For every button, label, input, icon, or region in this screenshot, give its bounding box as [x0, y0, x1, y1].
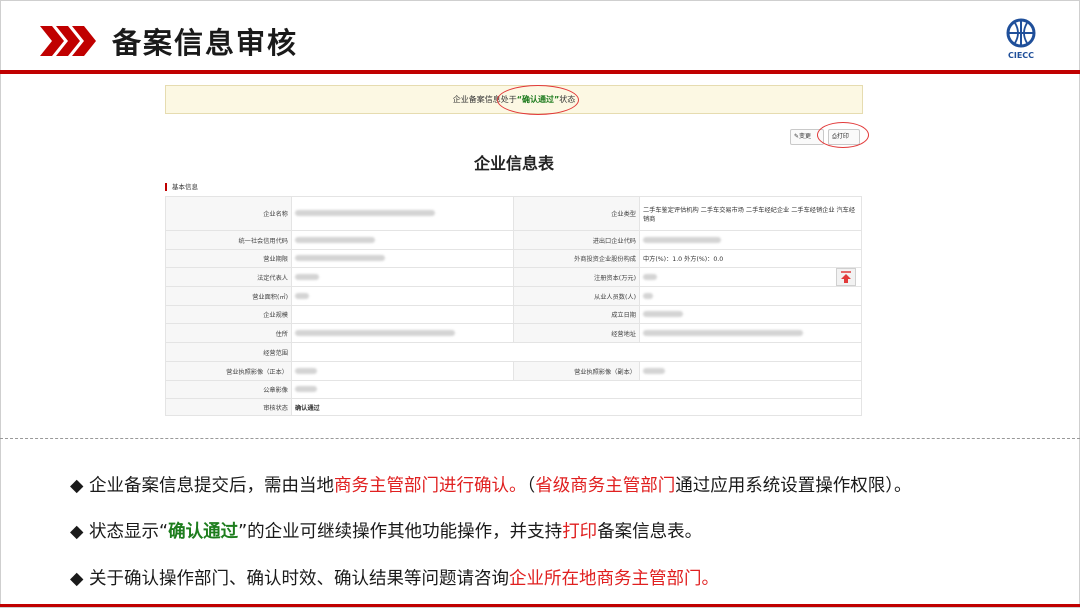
diamond-bullet-icon: ◆ — [70, 476, 90, 496]
business-scope-value — [291, 342, 862, 362]
row-label: 经营范围 — [165, 342, 292, 362]
ciecc-logo: CIECC — [998, 18, 1044, 64]
bullet-text: 关于确认操作部门、确认时效、确认结果等问题请咨询 — [89, 569, 510, 589]
row-label: 经营地址 — [513, 323, 640, 343]
logo-text: CIECC — [1007, 51, 1035, 60]
business-address-value — [639, 323, 862, 343]
row-label: 外商投资企业股份构成 — [513, 249, 640, 268]
bullet-text: 通过应用系统设置操作权限）。 — [675, 476, 912, 496]
table-row: 企业名称 企业类型 二手车鉴定评估机构 二手车交易市场 二手车经纪企业 二手车经… — [165, 196, 862, 231]
enterprise-info-table: 企业名称 企业类型 二手车鉴定评估机构 二手车交易市场 二手车经纪企业 二手车经… — [165, 196, 862, 416]
row-label: 审核状态 — [165, 398, 292, 416]
globe-logo-icon — [1006, 18, 1036, 48]
table-row: 经营范围 — [165, 342, 862, 362]
row-label: 住所 — [165, 323, 292, 343]
bullet-highlight: 打印 — [562, 522, 598, 542]
employee-count-value — [639, 286, 862, 306]
bullet-text: 状态显示“ — [89, 522, 169, 542]
diamond-bullet-icon: ◆ — [70, 569, 90, 589]
row-label: 营业期限 — [165, 249, 292, 268]
registered-capital-value — [639, 267, 862, 287]
audit-status-value: 确认通过 — [291, 398, 862, 416]
company-type-value: 二手车鉴定评估机构 二手车交易市场 二手车经纪企业 二手车经销企业 汽车经销商 — [639, 196, 862, 231]
row-label: 企业名称 — [165, 196, 292, 231]
row-label: 法定代表人 — [165, 267, 292, 287]
change-button-label: 变更 — [799, 133, 812, 140]
table-row: 公章影像 — [165, 380, 862, 399]
bullet-text: 企业备案信息提交后，需由当地 — [89, 476, 335, 496]
status-highlight-circle — [497, 85, 579, 115]
established-date-value — [639, 305, 862, 324]
table-row: 营业面积(㎡) 从业人员数(人) — [165, 286, 862, 306]
license-original-value — [291, 361, 514, 381]
arrow-up-icon — [841, 271, 851, 283]
row-label: 企业规模 — [165, 305, 292, 324]
bullet-text: 备案信息表。 — [597, 522, 703, 542]
table-row: 住所 经营地址 — [165, 323, 862, 343]
table-row: 审核状态 确认通过 — [165, 398, 862, 416]
bullet-highlight: 省级商务主管部门 — [535, 476, 676, 496]
bullet-item: ◆ 关于确认操作部门、确认时效、确认结果等问题请咨询企业所在地商务主管部门。 — [70, 565, 719, 590]
company-scale-value — [291, 305, 514, 324]
dashed-divider — [0, 438, 1080, 439]
bullet-text: ”的企业可继续操作其他功能操作，并支持 — [238, 522, 563, 542]
license-copy-value — [639, 361, 862, 381]
form-title: 企业信息表 — [473, 154, 554, 173]
bullet-item: ◆ 企业备案信息提交后，需由当地商务主管部门进行确认。（省级商务主管部门通过应用… — [70, 472, 912, 497]
bottom-accent-bar — [0, 604, 1080, 607]
company-name-value — [291, 196, 514, 231]
credit-code-value — [291, 230, 514, 250]
residence-value — [291, 323, 514, 343]
table-row: 统一社会信用代码 进出口企业代码 — [165, 230, 862, 250]
row-label: 营业执照影像（副本） — [513, 361, 640, 381]
row-label: 进出口企业代码 — [513, 230, 640, 250]
row-label: 统一社会信用代码 — [165, 230, 292, 250]
import-export-code-value — [639, 230, 862, 250]
diamond-bullet-icon: ◆ — [70, 522, 90, 542]
legal-rep-value — [291, 267, 514, 287]
row-label: 从业人员数(人) — [513, 286, 640, 306]
table-row: 营业执照影像（正本） 营业执照影像（副本） — [165, 361, 862, 381]
back-to-top-button[interactable] — [836, 268, 856, 286]
slide-title: 备案信息审核 — [112, 26, 299, 60]
bullet-highlight: 商务主管部门进行确认。 — [334, 476, 527, 496]
title-divider — [0, 70, 1080, 74]
business-area-value — [291, 286, 514, 306]
row-label: 营业执照影像（正本） — [165, 361, 292, 381]
print-highlight-circle — [817, 122, 869, 148]
share-structure-value: 中方(%)：1.0 外方(%)：0.0 — [639, 249, 862, 268]
business-term-value — [291, 249, 514, 268]
row-label: 营业面积(㎡) — [165, 286, 292, 306]
table-row: 企业规模 成立日期 — [165, 305, 862, 324]
bullet-text: （ — [526, 476, 536, 496]
row-label: 企业类型 — [513, 196, 640, 231]
bullet-highlight: 确认通过 — [168, 522, 239, 542]
bullet-item: ◆ 状态显示“确认通过”的企业可继续操作其他功能操作，并支持打印备案信息表。 — [70, 518, 702, 543]
row-label: 成立日期 — [513, 305, 640, 324]
chevron-arrows-icon — [40, 26, 96, 56]
table-row: 营业期限 外商投资企业股份构成 中方(%)：1.0 外方(%)：0.0 — [165, 249, 862, 268]
row-label: 注册资本(万元) — [513, 267, 640, 287]
row-label: 公章影像 — [165, 380, 292, 399]
seal-image-value — [291, 380, 862, 399]
table-row: 法定代表人 注册资本(万元) — [165, 267, 862, 287]
section-label: 基本信息 — [165, 183, 198, 191]
bullet-highlight: 企业所在地商务主管部门。 — [509, 569, 720, 589]
